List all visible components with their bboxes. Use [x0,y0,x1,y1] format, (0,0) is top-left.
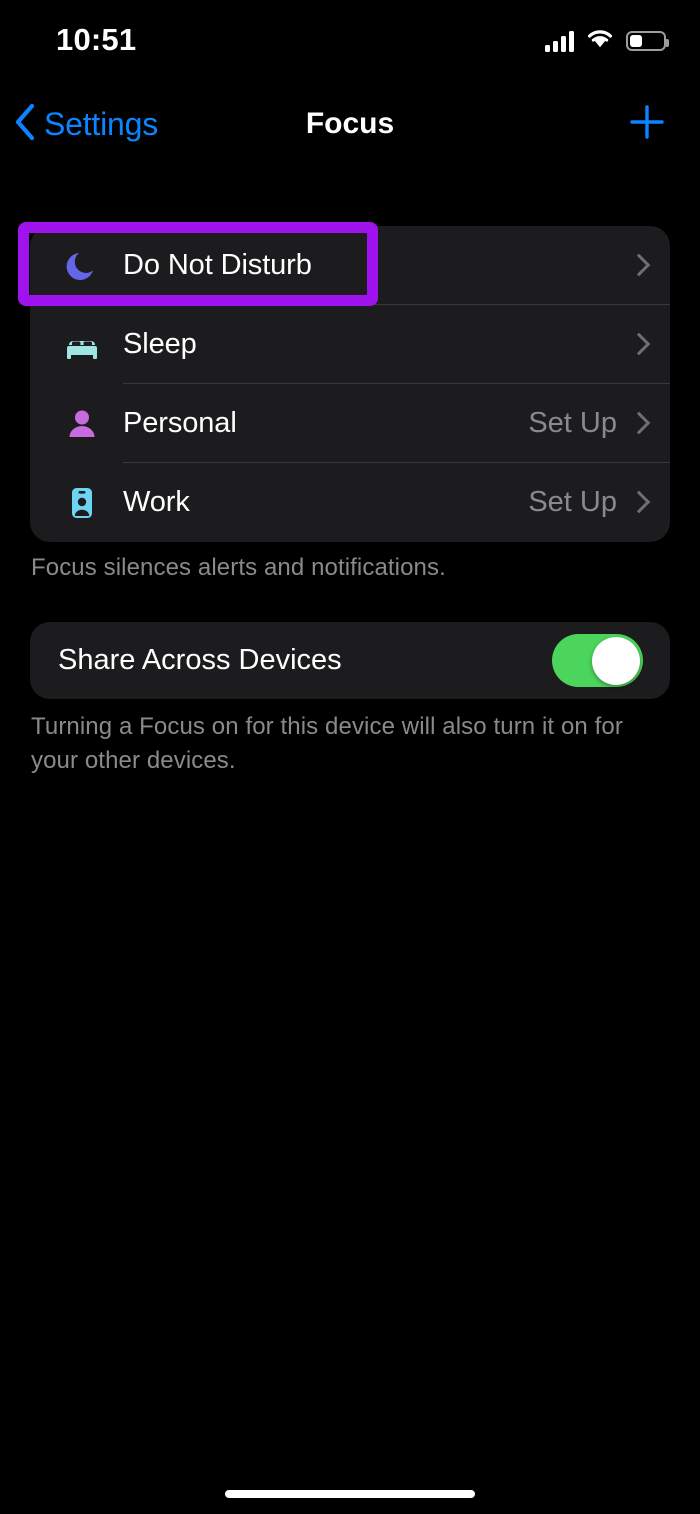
navigation-bar: Settings Focus [0,94,700,154]
focus-row-work[interactable]: Work Set Up [30,463,670,542]
focus-list-footnote: Focus silences alerts and notifications. [31,554,446,581]
focus-row-accessory [617,254,670,277]
focus-row-label: Personal [123,407,237,439]
chevron-right-icon [631,491,644,514]
share-across-devices-row[interactable]: Share Across Devices [30,622,670,699]
share-section-footnote: Turning a Focus on for this device will … [31,713,623,774]
battery-icon [626,31,669,51]
status-bar-indicators [545,28,669,54]
share-across-devices-toggle[interactable] [552,634,643,687]
cellular-signal-icon [545,30,574,52]
chevron-right-icon [631,333,644,356]
focus-row-do-not-disturb[interactable]: Do Not Disturb [30,226,670,305]
share-across-devices-label: Share Across Devices [58,644,342,676]
home-indicator[interactable] [225,1490,475,1498]
wifi-icon [586,28,614,54]
toggle-knob [592,636,640,685]
iphone-screen: 10:51 Settings Focus Do Not Disturb Slee… [0,0,700,1514]
id-badge-icon [60,481,104,525]
status-bar: 10:51 [0,0,700,78]
plus-icon [628,103,666,146]
chevron-right-icon [631,254,644,277]
status-bar-time: 10:51 [56,22,137,57]
focus-row-value: Set Up [528,486,617,518]
focus-row-label: Work [123,486,190,518]
add-focus-button[interactable] [628,94,666,154]
focus-row-accessory [617,333,670,356]
focus-row-label: Sleep [123,328,197,360]
bed-icon [60,323,104,367]
focus-row-label: Do Not Disturb [123,249,312,281]
focus-row-value: Set Up [528,407,617,439]
page-title: Focus [305,107,395,140]
focus-row-sleep[interactable]: Sleep [30,305,670,384]
focus-row-accessory: Set Up [528,407,670,440]
chevron-right-icon [631,412,644,435]
focus-row-accessory: Set Up [528,486,670,519]
share-across-devices-card: Share Across Devices [30,622,670,699]
moon-icon [60,244,104,288]
focus-row-personal[interactable]: Personal Set Up [30,384,670,463]
person-icon [60,402,104,446]
focus-list-card: Do Not Disturb Sleep Personal Set Up Wor… [30,226,670,542]
